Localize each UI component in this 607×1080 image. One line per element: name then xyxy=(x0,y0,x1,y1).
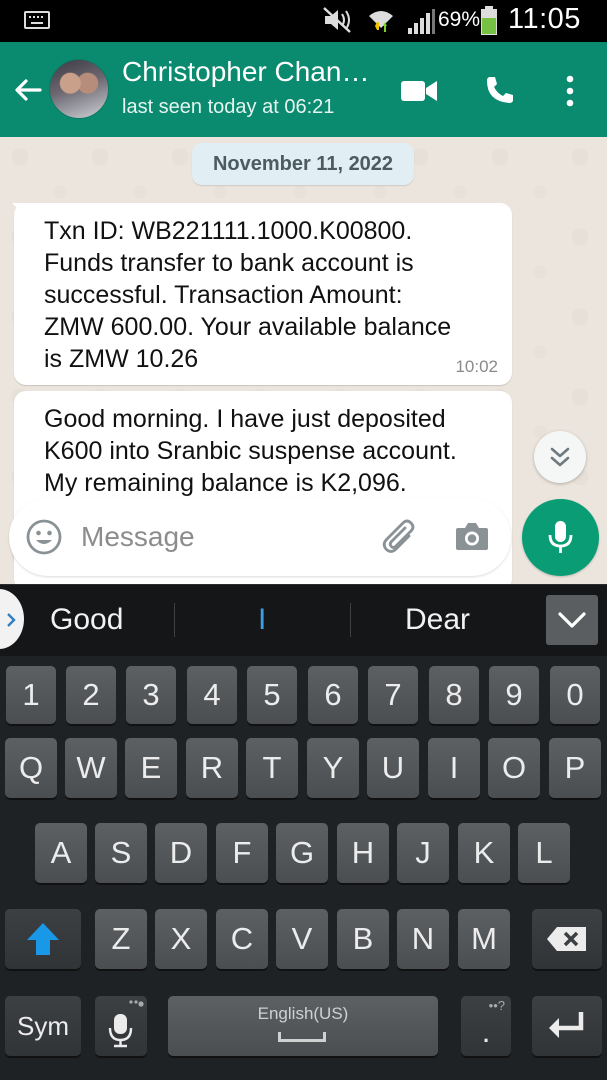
voice-record-button[interactable] xyxy=(522,499,599,576)
period-key[interactable]: . ••? xyxy=(461,996,511,1056)
message-line: is ZMW 10.26 xyxy=(44,345,199,373)
key-j[interactable]: J xyxy=(397,823,449,883)
key-g[interactable]: G xyxy=(276,823,328,883)
wifi-icon xyxy=(369,11,393,32)
enter-key[interactable] xyxy=(532,996,602,1056)
key-5[interactable]: 5 xyxy=(247,666,297,724)
space-language-label: English(US) xyxy=(257,1004,349,1023)
key-f[interactable]: F xyxy=(216,823,268,883)
chat-header: Christopher Chan… last seen today at 06:… xyxy=(0,42,607,137)
key-x[interactable]: X xyxy=(155,909,207,969)
suggestion-divider xyxy=(174,603,175,637)
battery-icon xyxy=(481,6,497,35)
signal-icon xyxy=(408,9,435,34)
message-bubble[interactable]: Txn ID: WB221111.1000.K00800. Funds tran… xyxy=(12,203,512,385)
battery-percent: 69% xyxy=(438,8,481,31)
key-q[interactable]: Q xyxy=(5,738,57,798)
message-line: K600 into Sranbic suspense account. xyxy=(44,437,457,465)
date-chip: November 11, 2022 xyxy=(192,143,414,185)
phone-call-icon[interactable] xyxy=(484,74,516,106)
key-v[interactable]: V xyxy=(276,909,328,969)
key-l[interactable]: L xyxy=(518,823,570,883)
message-line: My remaining balance is K2,096. xyxy=(44,469,407,497)
suggestion-divider xyxy=(350,603,351,637)
period-label: . xyxy=(481,1014,491,1049)
key-1[interactable]: 1 xyxy=(6,666,56,724)
key-4[interactable]: 4 xyxy=(187,666,237,724)
key-n[interactable]: N xyxy=(397,909,449,969)
key-p[interactable]: P xyxy=(549,738,601,798)
key-0[interactable]: 0 xyxy=(550,666,600,724)
video-call-icon[interactable] xyxy=(400,78,438,104)
key-m[interactable]: M xyxy=(458,909,510,969)
message-input[interactable] xyxy=(81,518,361,556)
camera-icon[interactable] xyxy=(455,520,489,552)
paperclip-icon[interactable] xyxy=(381,518,417,556)
backspace-icon xyxy=(547,927,586,951)
key-b[interactable]: B xyxy=(337,909,389,969)
enter-icon xyxy=(549,1012,584,1038)
keyboard-collapse-button[interactable] xyxy=(546,595,598,645)
key-7[interactable]: 7 xyxy=(368,666,418,724)
symbols-key[interactable]: Sym xyxy=(5,996,81,1056)
avatar[interactable] xyxy=(49,59,109,119)
suggestion-expand-tab[interactable] xyxy=(0,589,24,649)
backspace-key[interactable] xyxy=(532,909,602,969)
key-o[interactable]: O xyxy=(488,738,540,798)
microphone-icon xyxy=(108,1000,144,1048)
last-seen-status: last seen today at 06:21 xyxy=(122,96,335,118)
message-line: Txn ID: WB221111.1000.K00800. xyxy=(44,217,413,245)
contact-name[interactable]: Christopher Chan… xyxy=(122,56,369,88)
space-icon xyxy=(278,1032,326,1042)
more-punctuation-icon: ••? xyxy=(488,998,505,1013)
microphone-icon xyxy=(548,521,573,553)
message-line: Good morning. I have just deposited xyxy=(44,405,446,433)
message-time: 10:02 xyxy=(455,357,498,376)
space-bar[interactable]: English(US) xyxy=(168,996,438,1056)
more-options-icon[interactable] xyxy=(560,74,580,108)
message-line: ZMW 600.00. Your available balance xyxy=(44,313,452,341)
keyboard: 1 2 3 4 5 6 7 8 9 0 Q W E R T Y U I O P … xyxy=(0,656,607,1080)
clock: 11:05 xyxy=(508,3,581,35)
key-y[interactable]: Y xyxy=(307,738,359,798)
voice-input-key[interactable] xyxy=(95,996,147,1056)
key-9[interactable]: 9 xyxy=(489,666,539,724)
key-3[interactable]: 3 xyxy=(126,666,176,724)
key-k[interactable]: K xyxy=(458,823,510,883)
message-line: successful. Transaction Amount: xyxy=(44,281,403,309)
chevron-down-icon xyxy=(558,612,586,628)
key-8[interactable]: 8 xyxy=(429,666,479,724)
key-i[interactable]: I xyxy=(428,738,480,798)
double-chevron-down-icon xyxy=(550,447,570,467)
key-6[interactable]: 6 xyxy=(308,666,358,724)
suggestion-item[interactable]: I xyxy=(258,603,266,637)
suggestion-bar: Good I Dear xyxy=(0,584,607,657)
suggestion-item[interactable]: Good xyxy=(50,603,123,637)
keyboard-icon xyxy=(24,11,50,29)
key-w[interactable]: W xyxy=(65,738,117,798)
key-d[interactable]: D xyxy=(155,823,207,883)
key-a[interactable]: A xyxy=(35,823,87,883)
message-line: Funds transfer to bank account is xyxy=(44,249,414,277)
key-z[interactable]: Z xyxy=(95,909,147,969)
shift-arrow-icon xyxy=(27,923,59,955)
message-composer xyxy=(9,498,511,576)
key-t[interactable]: T xyxy=(246,738,298,798)
scroll-to-bottom-button[interactable] xyxy=(534,431,586,483)
key-e[interactable]: E xyxy=(125,738,177,798)
back-arrow-icon[interactable] xyxy=(12,74,44,106)
key-h[interactable]: H xyxy=(337,823,389,883)
shift-key[interactable] xyxy=(5,909,81,969)
emoji-icon[interactable] xyxy=(25,518,63,556)
status-bar: 69% 11:05 xyxy=(0,0,607,42)
key-2[interactable]: 2 xyxy=(66,666,116,724)
key-u[interactable]: U xyxy=(367,738,419,798)
chevron-right-icon xyxy=(7,613,16,627)
key-c[interactable]: C xyxy=(216,909,268,969)
key-s[interactable]: S xyxy=(95,823,147,883)
suggestion-item[interactable]: Dear xyxy=(405,603,470,637)
mute-icon xyxy=(323,7,351,33)
key-r[interactable]: R xyxy=(186,738,238,798)
